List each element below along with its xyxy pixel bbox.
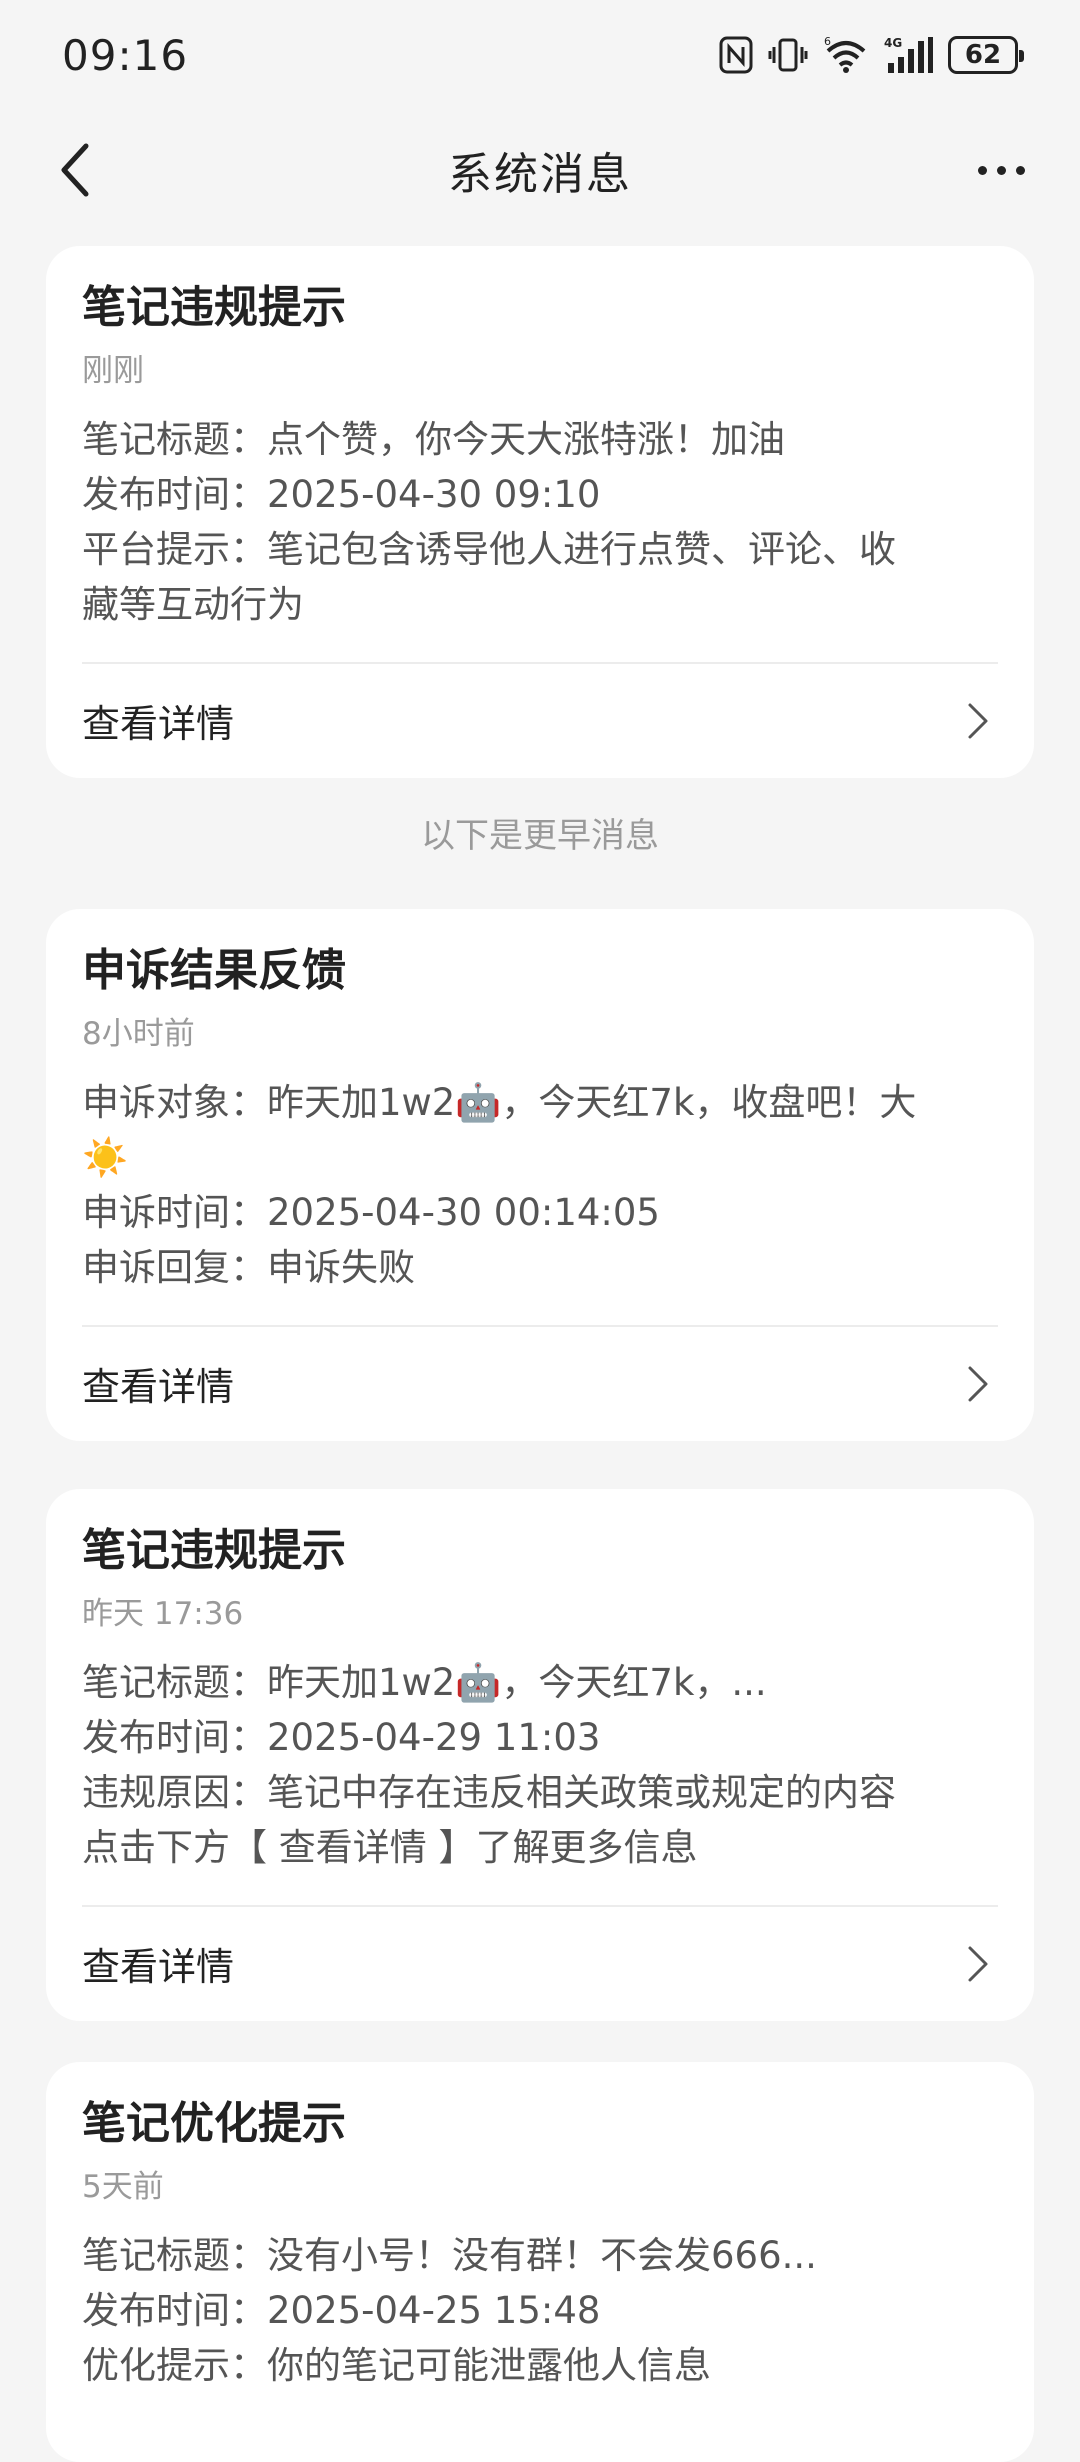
cellular-signal-icon: 4G	[884, 33, 934, 77]
back-button[interactable]	[44, 138, 108, 202]
card-line: 笔记标题：没有小号！没有群！不会发666...	[82, 2233, 817, 2277]
card-line: 违规原因：笔记中存在违反相关政策或规定的内容	[82, 1770, 896, 1814]
chevron-left-icon	[61, 143, 89, 197]
card-line: 平台提示：笔记包含诱导他人进行点赞、评论、收	[82, 527, 896, 571]
chevron-right-icon	[958, 701, 998, 741]
message-card: 申诉结果反馈 8小时前 申诉对象：昨天加1w2🤖，今天红7k，收盘吧！大 ☀️ …	[46, 909, 1034, 1441]
status-time: 09:16	[62, 30, 189, 80]
card-body: 申诉对象：昨天加1w2🤖，今天红7k，收盘吧！大 ☀️ 申诉时间：2025-04…	[82, 1075, 998, 1295]
message-card: 笔记违规提示 刚刚 笔记标题：点个赞，你今天大涨特涨！加油 发布时间：2025-…	[46, 246, 1034, 778]
view-details-button[interactable]: 查看详情	[82, 664, 998, 778]
card-line: 发布时间：2025-04-25 15:48	[82, 2288, 601, 2332]
card-title: 笔记违规提示	[82, 282, 346, 333]
card-title: 申诉结果反馈	[82, 945, 346, 996]
view-details-label: 查看详情	[82, 1945, 235, 1990]
chevron-right-icon	[958, 1364, 998, 1404]
chevron-right-icon	[958, 1944, 998, 1984]
wifi-icon: 6	[822, 33, 870, 77]
card-time: 刚刚	[82, 352, 144, 389]
card-time: 8小时前	[82, 1015, 195, 1052]
message-card: 笔记优化提示 5天前 笔记标题：没有小号！没有群！不会发666... 发布时间：…	[46, 2062, 1034, 2462]
card-title: 笔记优化提示	[82, 2098, 346, 2149]
card-line: 藏等互动行为	[82, 582, 304, 626]
card-time: 5天前	[82, 2168, 164, 2205]
view-details-label: 查看详情	[82, 1365, 235, 1410]
page-title: 系统消息	[448, 149, 632, 200]
view-details-label: 查看详情	[82, 702, 235, 747]
card-line: 发布时间：2025-04-30 09:10	[82, 472, 601, 516]
card-line: 申诉对象：昨天加1w2🤖，今天红7k，收盘吧！大	[82, 1080, 917, 1124]
card-line: 申诉回复：申诉失败	[82, 1245, 415, 1289]
card-body: 笔记标题：昨天加1w2🤖，今天红7k，... 发布时间：2025-04-29 1…	[82, 1655, 998, 1875]
vibrate-icon	[768, 33, 808, 77]
card-body: 笔记标题：点个赞，你今天大涨特涨！加油 发布时间：2025-04-30 09:1…	[82, 412, 998, 632]
more-button[interactable]	[966, 138, 1036, 202]
more-dot-icon	[977, 165, 987, 175]
view-details-button[interactable]: 查看详情	[82, 1327, 998, 1441]
card-line: 笔记标题：点个赞，你今天大涨特涨！加油	[82, 417, 785, 461]
card-line: 笔记标题：昨天加1w2🤖，今天红7k，...	[82, 1660, 767, 1704]
status-icons: 6 4G 62	[718, 33, 1024, 77]
card-line: 点击下方【 查看详情 】了解更多信息	[82, 1825, 698, 1869]
card-time: 昨天 17:36	[82, 1595, 244, 1632]
more-dot-icon	[1015, 165, 1025, 175]
svg-text:6: 6	[824, 35, 831, 48]
card-title: 笔记违规提示	[82, 1525, 346, 1576]
view-details-button[interactable]: 查看详情	[82, 1907, 998, 2021]
nav-bar: 系统消息	[0, 110, 1080, 230]
message-card: 笔记违规提示 昨天 17:36 笔记标题：昨天加1w2🤖，今天红7k，... 发…	[46, 1489, 1034, 2021]
card-line: 优化提示：你的笔记可能泄露他人信息	[82, 2343, 711, 2387]
more-dot-icon	[996, 165, 1006, 175]
earlier-messages-separator: 以下是更早消息	[421, 816, 659, 856]
battery-icon: 62	[948, 36, 1024, 74]
nfc-icon	[718, 33, 754, 77]
card-line: 申诉时间：2025-04-30 00:14:05	[82, 1190, 660, 1234]
card-line: ☀️	[82, 1135, 129, 1179]
svg-text:4G: 4G	[884, 36, 902, 50]
card-line: 发布时间：2025-04-29 11:03	[82, 1715, 601, 1759]
card-body: 笔记标题：没有小号！没有群！不会发666... 发布时间：2025-04-25 …	[82, 2228, 998, 2393]
status-bar: 09:16 6 4G 62	[0, 0, 1080, 110]
